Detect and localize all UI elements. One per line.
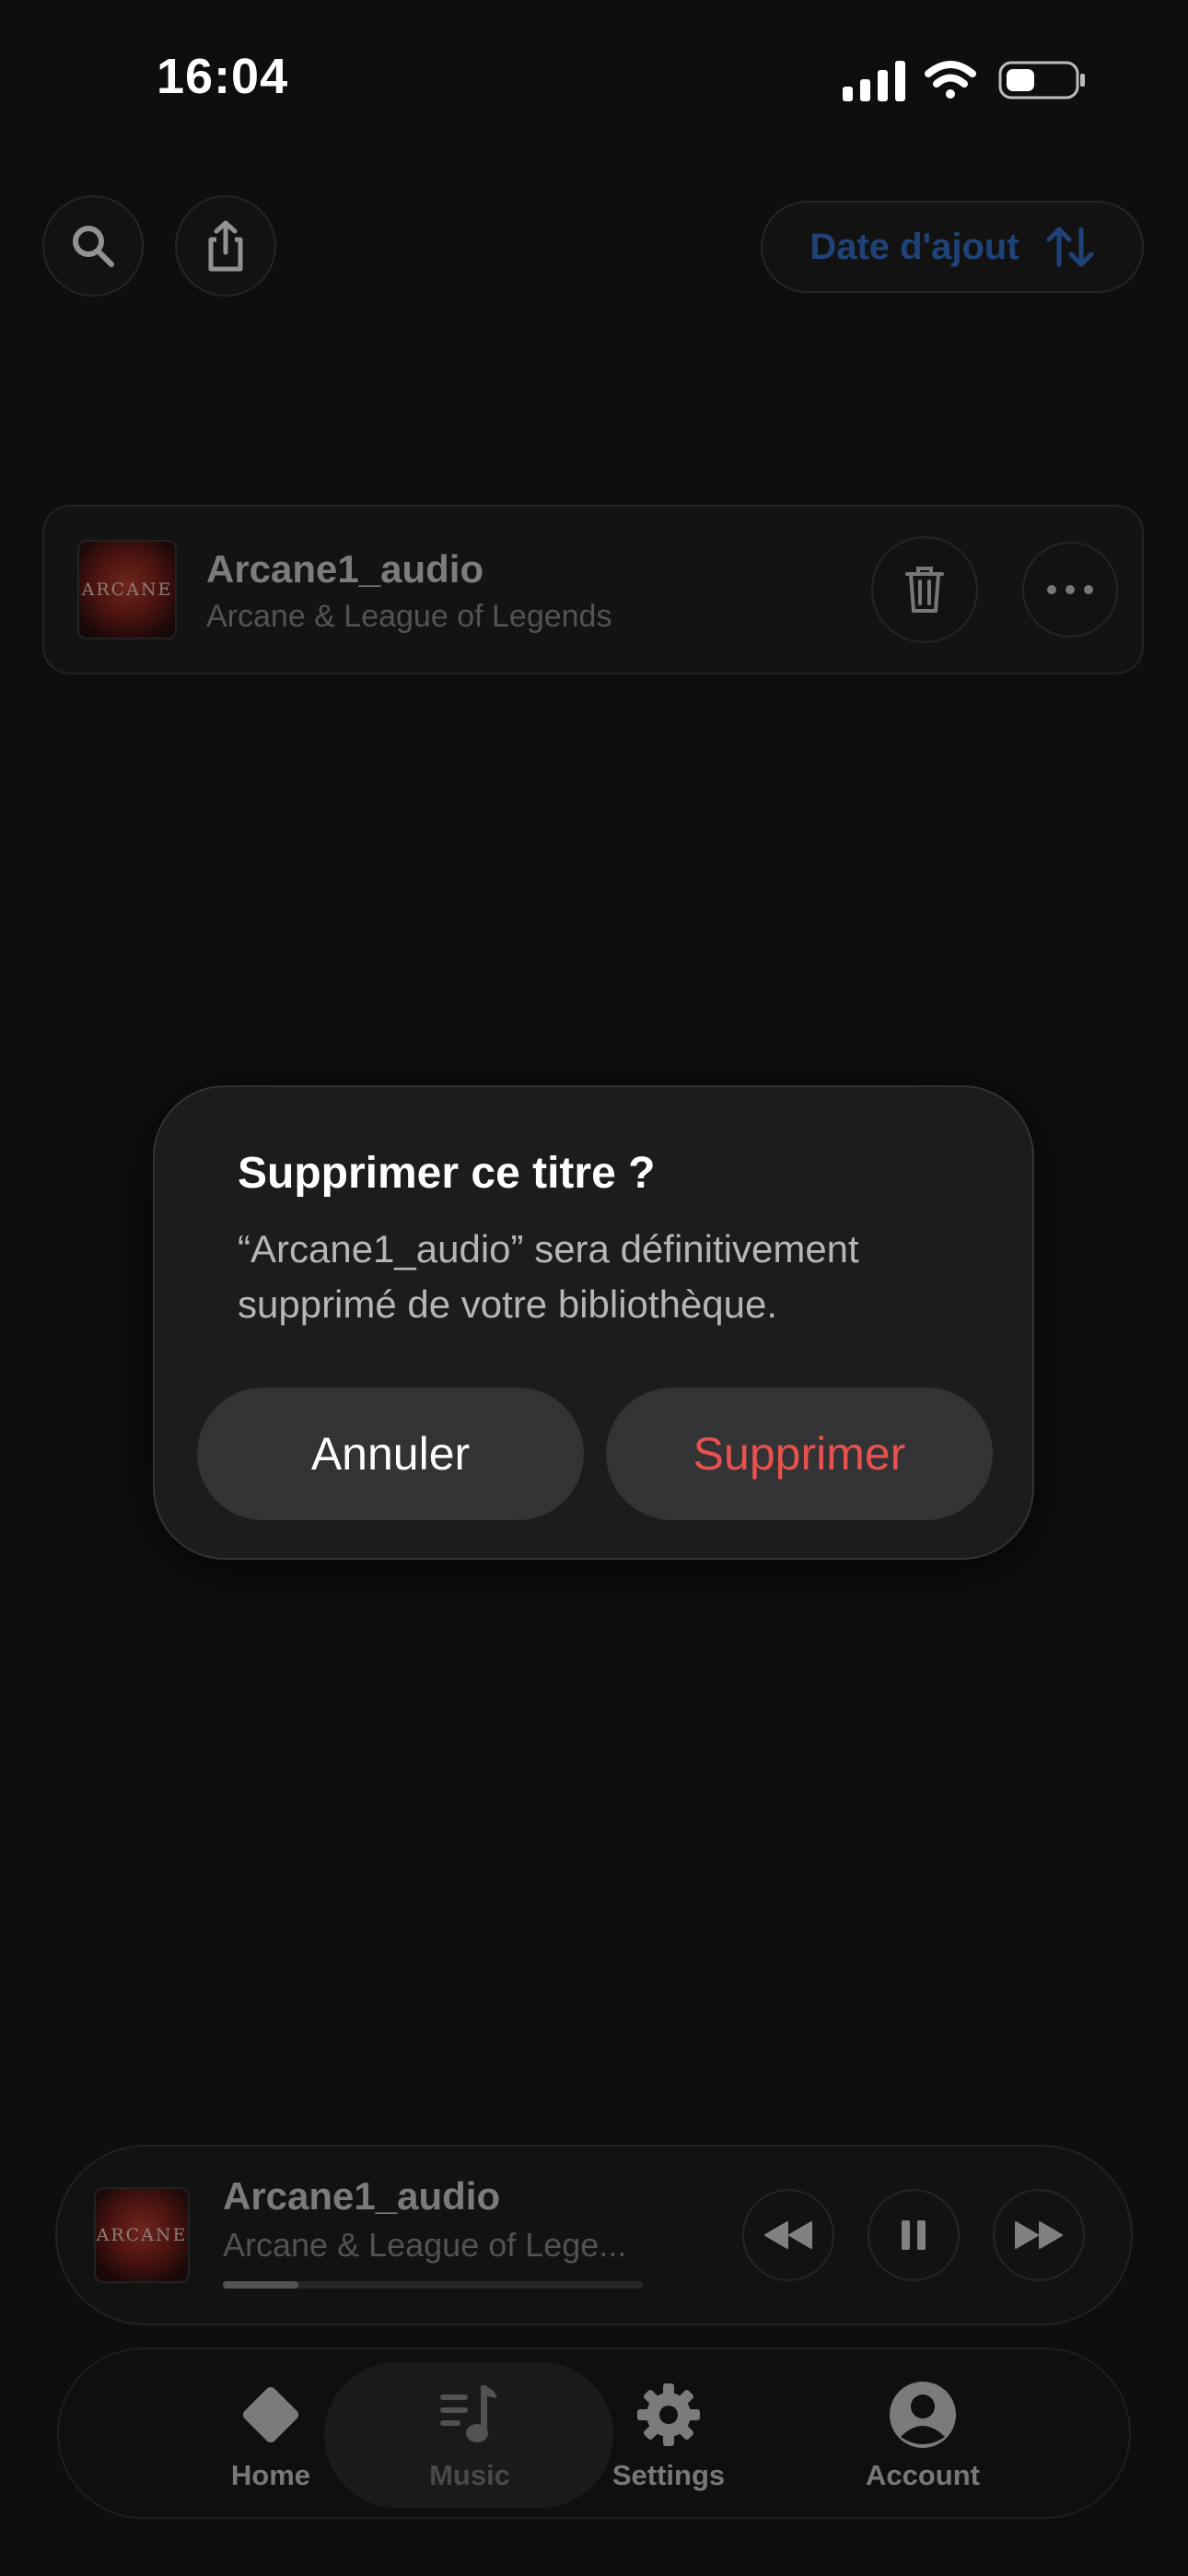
wifi-icon <box>925 61 976 99</box>
ellipsis-icon <box>1047 585 1093 594</box>
cellular-signal-icon <box>843 61 905 101</box>
fast-forward-button[interactable] <box>993 2189 1085 2281</box>
sort-arrows-icon <box>1046 227 1094 267</box>
tab-label-settings: Settings <box>611 2459 726 2491</box>
status-icons <box>838 57 1087 103</box>
album-cover: ARCANE <box>77 540 177 639</box>
rewind-button[interactable] <box>742 2189 834 2281</box>
battery-icon <box>998 61 1085 100</box>
dialog-title: Supprimer ce titre ? <box>238 1149 656 1198</box>
tab-settings[interactable]: Settings <box>558 2349 779 2521</box>
tab-account[interactable]: Account <box>812 2349 1033 2521</box>
tab-label-home: Home <box>230 2459 311 2491</box>
trash-icon <box>905 567 944 613</box>
track-row[interactable]: ARCANE Arcane1_audio Arcane & League of … <box>42 505 1144 674</box>
confirm-delete-button[interactable]: Supprimer <box>606 1388 993 1520</box>
tab-label-music: Music <box>429 2459 510 2491</box>
tab-label-account: Account <box>866 2459 980 2491</box>
status-time: 16:04 <box>157 49 289 104</box>
player-title: Arcane1_audio <box>223 2174 501 2218</box>
mini-player[interactable]: ARCANE Arcane1_audio Arcane & League of … <box>55 2145 1133 2325</box>
track-title: Arcane1_audio <box>206 547 484 591</box>
tab-home[interactable]: Home <box>160 2349 381 2521</box>
pause-button[interactable] <box>868 2189 960 2281</box>
diamond-icon <box>242 2386 299 2443</box>
dialog-message: “Arcane1_audio” sera définitivement supp… <box>238 1227 859 1326</box>
album-cover-text: ARCANE <box>81 580 173 600</box>
delete-confirmation-dialog: Supprimer ce titre ? “Arcane1_audio” ser… <box>153 1085 1034 1560</box>
share-button[interactable] <box>175 195 276 297</box>
gear-icon <box>637 2383 700 2446</box>
pause-icon <box>902 2220 926 2250</box>
sort-label: Date d'ajout <box>809 226 1019 267</box>
music-library-icon <box>440 2385 497 2442</box>
progress-fill <box>223 2281 299 2289</box>
search-icon <box>73 226 114 267</box>
search-button[interactable] <box>42 195 144 297</box>
share-icon <box>208 220 243 272</box>
player-cover: ARCANE <box>94 2187 190 2283</box>
player-cover-text: ARCANE <box>96 2225 188 2245</box>
player-artist: Arcane & League of Lege... <box>223 2226 627 2264</box>
cancel-button[interactable]: Annuler <box>197 1388 584 1520</box>
fast-forward-icon <box>1015 2221 1063 2249</box>
progress-bar[interactable] <box>223 2281 643 2289</box>
sort-button[interactable]: Date d'ajout <box>761 201 1144 293</box>
more-options-button[interactable] <box>1022 542 1118 638</box>
tab-music[interactable]: Music <box>359 2349 580 2521</box>
delete-track-button[interactable] <box>871 536 978 643</box>
tab-bar: Home Music Settings Account <box>57 2348 1131 2519</box>
account-icon <box>890 2382 956 2448</box>
track-artist: Arcane & League of Legends <box>206 599 612 634</box>
rewind-icon <box>764 2221 812 2249</box>
